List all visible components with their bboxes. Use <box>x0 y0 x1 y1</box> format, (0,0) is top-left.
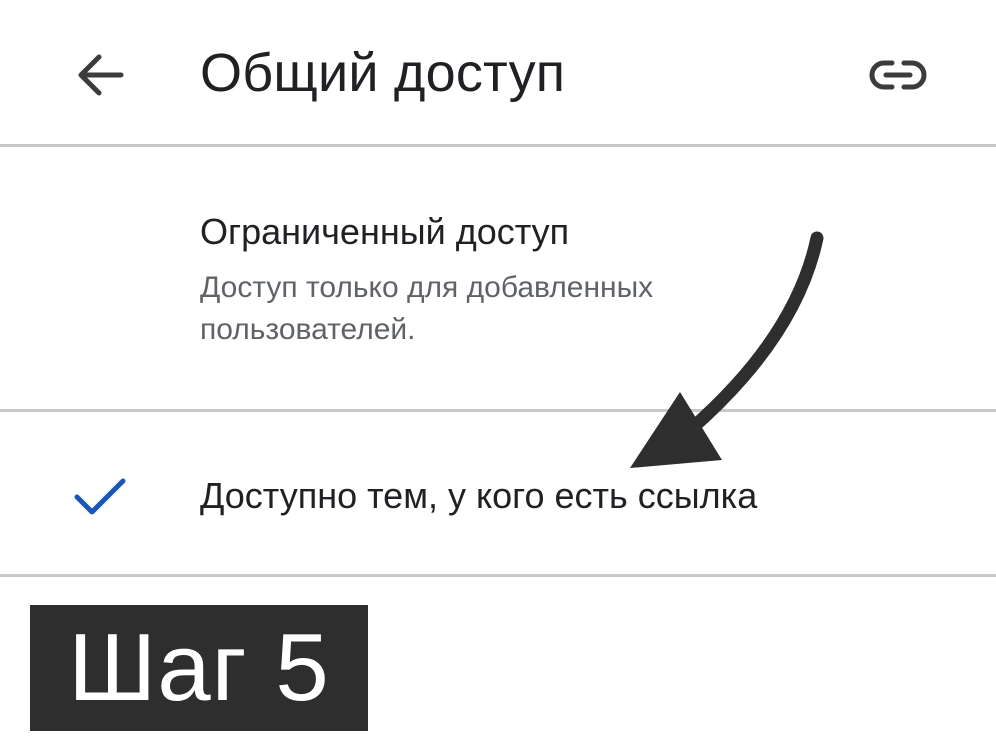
divider <box>0 409 996 412</box>
step-badge: Шаг 5 <box>30 605 368 731</box>
page-title: Общий доступ <box>200 43 566 103</box>
link-icon <box>869 60 927 90</box>
arrow-left-icon <box>78 54 124 96</box>
divider <box>0 574 996 577</box>
checkmark-icon <box>74 478 126 515</box>
option-anyone-with-link[interactable]: Доступно тем, у кого есть ссылка <box>0 413 996 574</box>
divider <box>0 144 996 147</box>
app-bar: Общий доступ <box>0 0 996 146</box>
option-description: Доступ только для добавленных пользовате… <box>200 271 654 346</box>
sharing-settings-screen: Общий доступ Ограниченный доступ Доступ … <box>0 0 996 753</box>
option-restricted-access[interactable]: Ограниченный доступ Доступ только для до… <box>0 149 996 410</box>
option-title: Доступно тем, у кого есть ссылка <box>200 475 758 516</box>
copy-link-button[interactable] <box>858 40 938 110</box>
back-button[interactable] <box>60 40 140 110</box>
option-title: Ограниченный доступ <box>200 211 570 252</box>
step-label: Шаг 5 <box>68 614 330 721</box>
